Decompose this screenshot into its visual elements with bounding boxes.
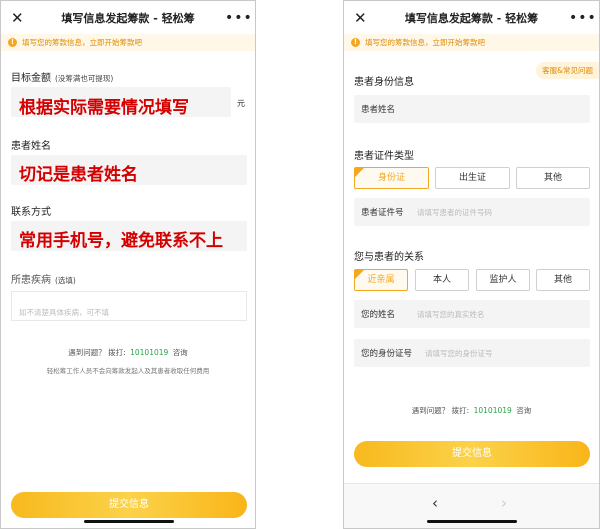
your-id-label: 您的身份证号 — [361, 349, 413, 359]
submit-button[interactable]: 提交信息 — [11, 492, 247, 518]
title-bar: ✕ 填写信息发起筹款 - 轻松筹 ••• — [1, 1, 255, 34]
your-id-placeholder: 请填写您的身份证号 — [425, 348, 493, 358]
close-icon[interactable]: ✕ — [354, 9, 374, 27]
disease-label-text: 所患疾病 — [11, 275, 51, 286]
your-name-placeholder: 请填写您的真实姓名 — [417, 309, 485, 319]
patient-name-annotation: 切记是患者姓名 — [19, 165, 138, 185]
home-indicator — [427, 520, 517, 523]
relation-option-guardian[interactable]: 监护人 — [476, 269, 530, 291]
submit-button[interactable]: 提交信息 — [354, 441, 590, 467]
left-screen: ✕ 填写信息发起筹款 - 轻松筹 ••• ! 填写您的筹款信息，立即开始筹款吧 … — [0, 0, 256, 529]
hotline-number[interactable]: 10101019 — [474, 406, 512, 415]
hotline-number[interactable]: 10101019 — [130, 348, 168, 357]
target-amount-label-text: 目标金额 — [11, 73, 51, 84]
page-title: 填写信息发起筹款 - 轻松筹 — [61, 11, 195, 25]
relation-heading: 您与患者的关系 — [354, 252, 424, 263]
target-amount-label: 目标金额 (没筹满也可提现) — [11, 69, 113, 84]
disease-label: 所患疾病 (选填) — [11, 271, 76, 286]
info-icon: ! — [351, 38, 360, 47]
back-arrow-icon[interactable]: ‹ — [432, 494, 438, 512]
help-prefix: 遇到问题？ 拨打: — [411, 406, 470, 415]
help-line: 遇到问题？ 拨打: 10101019 咨询 — [344, 405, 599, 416]
title-bar: ✕ 填写信息发起筹款 - 轻松筹 ••• — [344, 1, 599, 34]
target-amount-hint: (没筹满也可提现) — [55, 74, 114, 83]
close-icon[interactable]: ✕ — [11, 9, 31, 27]
target-amount-annotation: 根据实际需要情况填写 — [19, 98, 189, 118]
notice-text: 填写您的筹款信息，立即开始筹款吧 — [365, 38, 485, 47]
info-icon: ! — [8, 38, 17, 47]
relation-option-relative[interactable]: 近亲属 — [354, 269, 408, 291]
your-name-input[interactable]: 您的姓名 请填写您的真实姓名 — [354, 300, 590, 328]
notice-text: 填写您的筹款信息，立即开始筹款吧 — [22, 38, 142, 47]
patient-name-input[interactable]: 患者姓名 — [354, 95, 590, 123]
relation-option-self[interactable]: 本人 — [415, 269, 469, 291]
your-id-input[interactable]: 您的身份证号 请填写您的身份证号 — [354, 339, 590, 367]
disclaimer: 轻松筹工作人员不会向筹款发起人及其患者收取任何费用 — [46, 367, 210, 375]
home-indicator — [84, 520, 174, 523]
patient-identity-heading: 患者身份信息 — [354, 77, 414, 88]
help-suffix: 咨询 — [172, 348, 188, 357]
more-icon[interactable]: ••• — [225, 10, 252, 26]
id-type-option-other[interactable]: 其他 — [516, 167, 590, 189]
id-type-heading: 患者证件类型 — [354, 151, 414, 162]
id-number-input[interactable]: 患者证件号 请填写患者的证件号码 — [354, 198, 590, 226]
more-icon[interactable]: ••• — [569, 10, 596, 26]
right-screen: ✕ 填写信息发起筹款 - 轻松筹 ••• ! 填写您的筹款信息，立即开始筹款吧 … — [343, 0, 600, 529]
relation-option-other[interactable]: 其他 — [536, 269, 590, 291]
contact-label: 联系方式 — [11, 207, 51, 218]
contact-annotation: 常用手机号，避免联系不上 — [19, 231, 223, 251]
patient-name-label: 患者姓名 — [11, 141, 51, 152]
help-prefix: 遇到问题？ 拨打: — [68, 348, 126, 357]
patient-name-placeholder: 患者姓名 — [361, 105, 396, 115]
id-number-placeholder: 请填写患者的证件号码 — [417, 207, 492, 217]
service-faq-button[interactable]: 客服&常见问题 — [536, 62, 599, 79]
id-type-option-idcard[interactable]: 身份证 — [354, 167, 429, 189]
notice-bar: ! 填写您的筹款信息，立即开始筹款吧 — [344, 34, 599, 51]
notice-bar: ! 填写您的筹款信息，立即开始筹款吧 — [1, 34, 255, 51]
page-title: 填写信息发起筹款 - 轻松筹 — [404, 11, 539, 25]
disease-placeholder: 如不清楚具体疾病，可不填 — [19, 308, 109, 317]
browser-nav-bar: ‹ › — [344, 483, 599, 528]
id-type-option-birth[interactable]: 出生证 — [435, 167, 510, 189]
help-line: 遇到问题？ 拨打: 10101019 咨询 — [1, 347, 255, 358]
your-name-label: 您的姓名 — [361, 310, 396, 320]
id-number-label: 患者证件号 — [361, 208, 404, 218]
disease-input[interactable]: 如不清楚具体疾病，可不填 — [11, 291, 247, 321]
forward-arrow-icon[interactable]: › — [501, 494, 507, 512]
help-suffix: 咨询 — [516, 406, 532, 415]
yuan-unit: 元 — [237, 99, 245, 108]
disease-hint: (选填) — [55, 276, 76, 285]
